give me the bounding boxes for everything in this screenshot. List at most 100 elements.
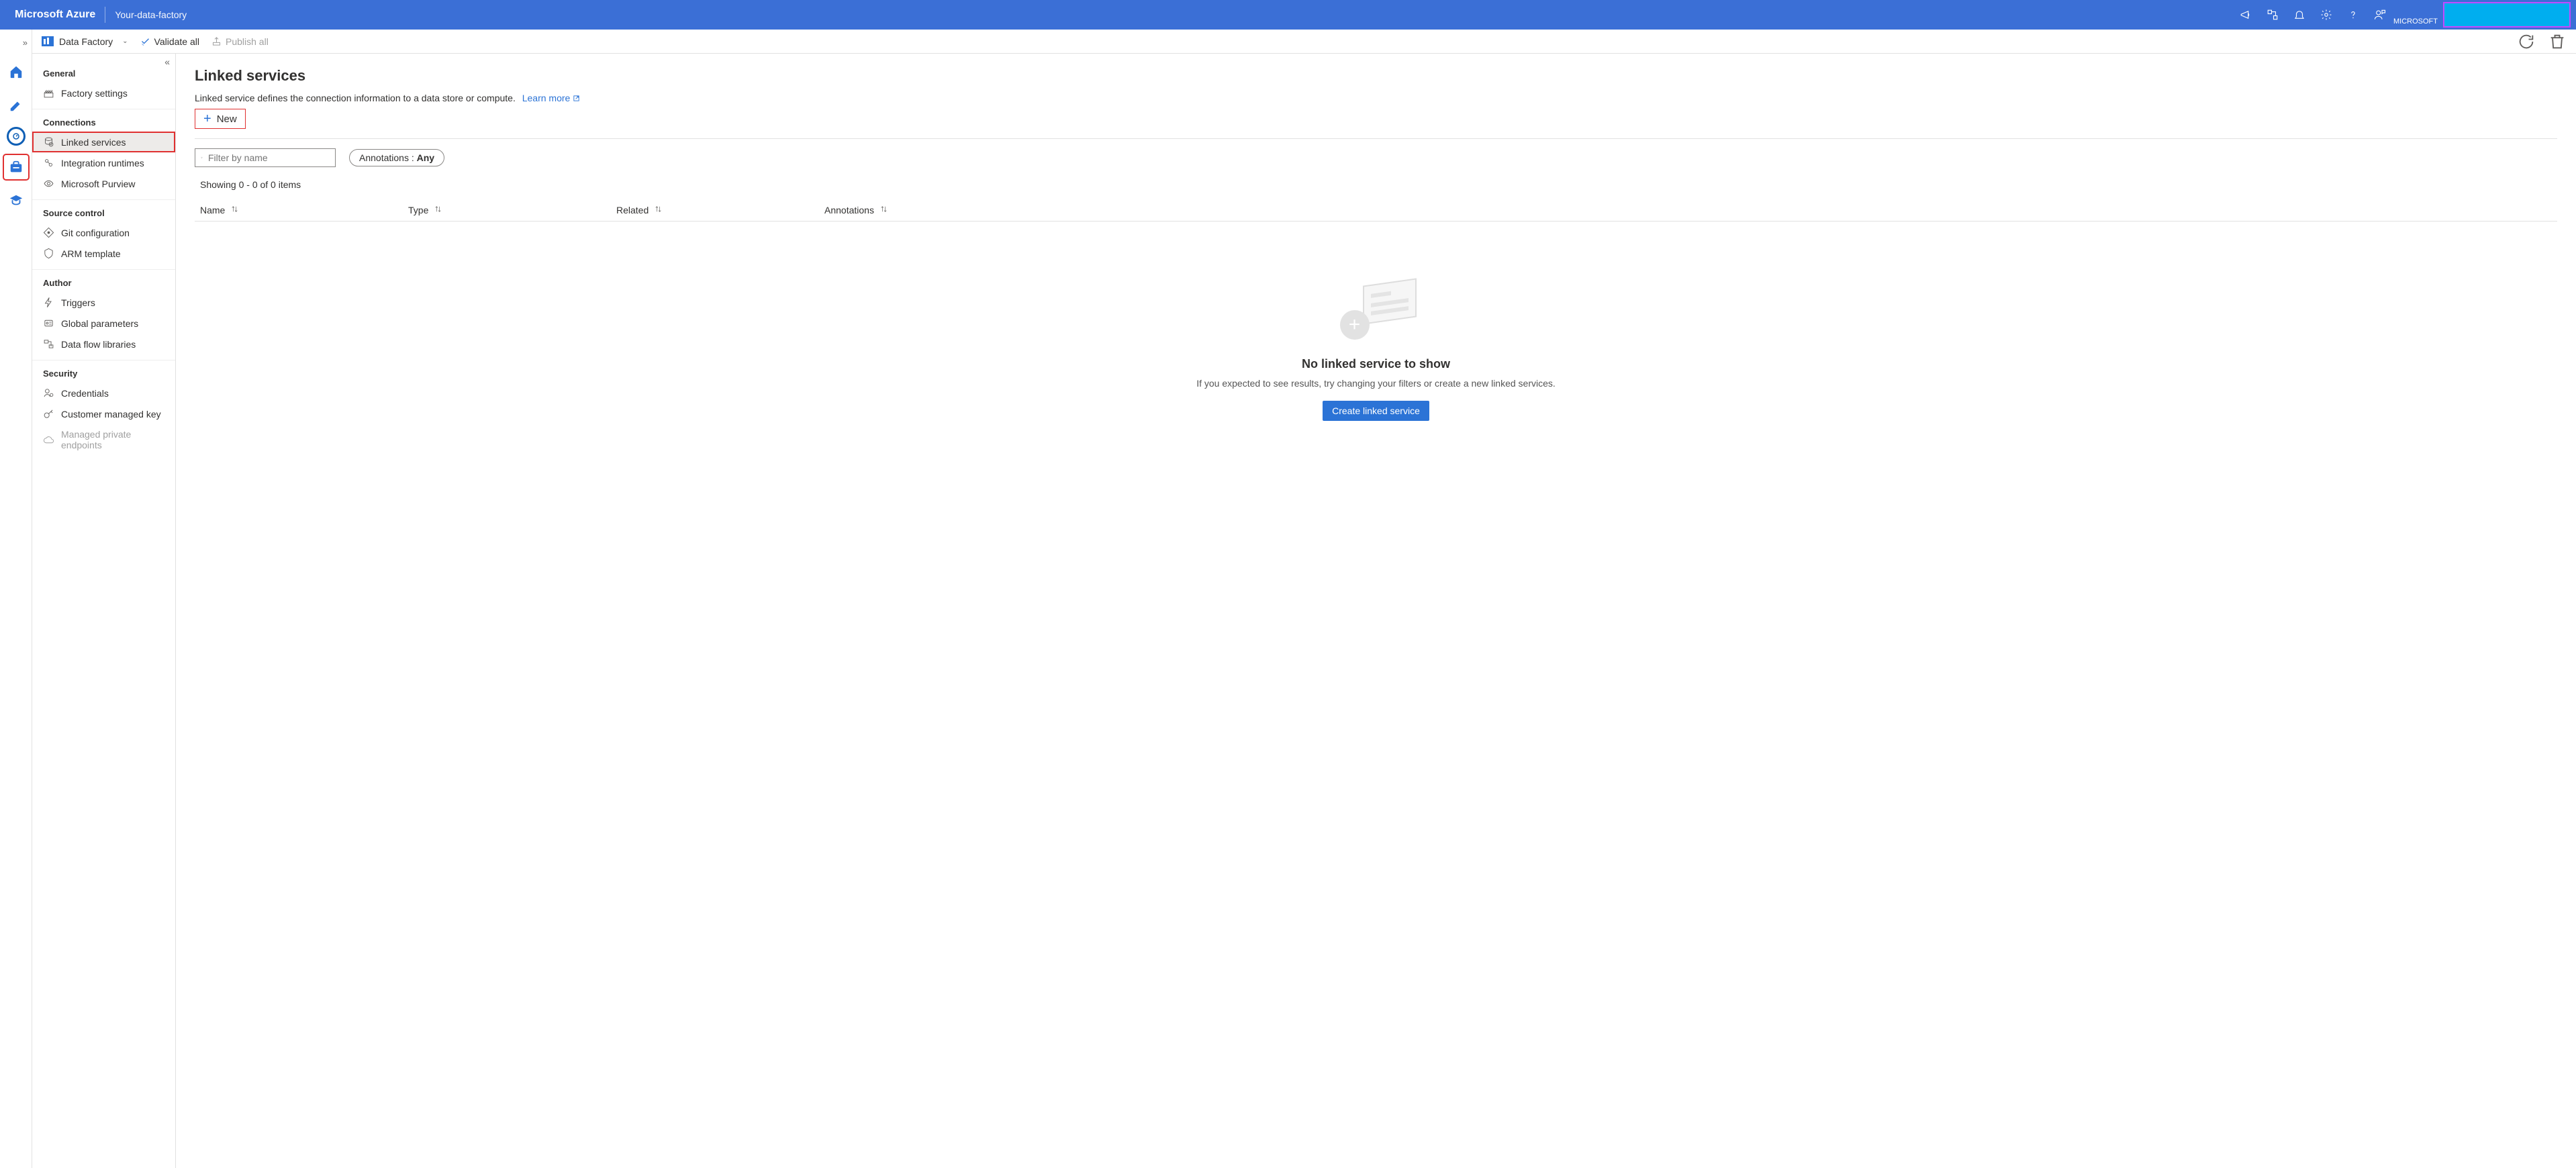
sort-icon (230, 205, 239, 215)
column-annotations[interactable]: Annotations (824, 205, 2552, 215)
page-title: Linked services (195, 67, 2557, 85)
rail-home[interactable] (4, 60, 28, 84)
data-flow-libraries-icon (43, 338, 54, 350)
learn-more-link[interactable]: Learn more (522, 93, 580, 103)
tenant-name: MICROSOFT (2393, 4, 2443, 26)
git-icon (43, 227, 54, 238)
new-button-label: New (217, 113, 237, 125)
nav-item-microsoft-purview[interactable]: Microsoft Purview (32, 173, 175, 194)
column-label: Related (616, 205, 649, 215)
nav-item-label: Data flow libraries (61, 339, 136, 350)
nav-item-label: ARM template (61, 248, 121, 259)
filter-by-name[interactable] (195, 148, 336, 167)
validate-all-button[interactable]: Validate all (140, 36, 199, 47)
key-icon (43, 408, 54, 420)
linked-services-icon (43, 136, 54, 148)
column-type[interactable]: Type (408, 205, 616, 215)
annotations-filter[interactable]: Annotations : Any (349, 149, 444, 166)
nav-group-source-control: Source control (32, 199, 175, 222)
tenant-swatch (2443, 2, 2571, 28)
column-label: Annotations (824, 205, 874, 215)
resource-picker[interactable]: Data Factory ⌄ (42, 36, 128, 47)
nav-item-credentials[interactable]: Credentials (32, 383, 175, 403)
nav-group-author: Author (32, 269, 175, 292)
sort-icon (879, 205, 888, 215)
nav-item-label: Linked services (61, 137, 126, 148)
nav-item-global-parameters[interactable]: Global parameters (32, 313, 175, 334)
nav-item-factory-settings[interactable]: Factory settings (32, 83, 175, 103)
new-button[interactable]: + New (195, 109, 246, 129)
learn-more-label: Learn more (522, 93, 571, 103)
nav-item-label: Microsoft Purview (61, 179, 135, 189)
data-factory-icon (42, 36, 54, 46)
publish-all-label: Publish all (226, 36, 269, 47)
arm-template-icon (43, 248, 54, 259)
left-rail: » (0, 30, 32, 1168)
empty-heading: No linked service to show (195, 357, 2557, 371)
nav-item-customer-managed-key[interactable]: Customer managed key (32, 403, 175, 424)
topbar: Microsoft Azure Your-data-factory MICROS… (0, 0, 2576, 30)
trigger-icon (43, 297, 54, 308)
top-toolbar: Data Factory ⌄ Validate all Publish all (32, 30, 2576, 54)
rail-learn[interactable] (4, 189, 28, 213)
cloud-endpoint-icon (43, 434, 54, 446)
integration-runtimes-icon (43, 157, 54, 168)
column-name[interactable]: Name (200, 205, 408, 215)
resource-name[interactable]: Your-data-factory (105, 9, 196, 20)
nav-item-git-configuration[interactable]: Git configuration (32, 222, 175, 243)
nav-item-label: Factory settings (61, 88, 128, 99)
sort-icon (434, 205, 442, 215)
bell-icon[interactable] (2286, 1, 2313, 28)
discard-button[interactable] (2548, 32, 2567, 51)
separator (195, 138, 2557, 139)
nav-item-label: Managed private endpoints (61, 429, 164, 450)
nav-item-label: Triggers (61, 297, 95, 308)
refresh-button[interactable] (2517, 32, 2536, 51)
create-linked-service-button[interactable]: Create linked service (1323, 401, 1429, 421)
publish-all-button: Publish all (211, 36, 269, 47)
column-related[interactable]: Related (616, 205, 824, 215)
announcement-icon[interactable] (2232, 1, 2259, 28)
filter-input[interactable] (208, 152, 330, 163)
gear-icon[interactable] (2313, 1, 2340, 28)
table-header: Name Type Related Annotations (195, 199, 2557, 222)
sort-icon (654, 205, 663, 215)
rail-author[interactable] (4, 93, 28, 117)
nav-item-linked-services[interactable]: Linked services (32, 132, 175, 152)
column-label: Type (408, 205, 428, 215)
manage-nav: « General Factory settings Connections L… (32, 54, 176, 1168)
account-block[interactable]: MICROSOFT (2393, 2, 2571, 28)
nav-item-triggers[interactable]: Triggers (32, 292, 175, 313)
annotations-filter-value: Any (417, 152, 434, 163)
collapse-nav-icon[interactable]: « (164, 56, 170, 67)
page-description-text: Linked service defines the connection in… (195, 93, 516, 103)
annotations-filter-label: Annotations : (359, 152, 417, 163)
rail-monitor[interactable] (7, 127, 26, 146)
empty-state: + No linked service to show If you expec… (195, 222, 2557, 448)
nav-item-arm-template[interactable]: ARM template (32, 243, 175, 264)
filter-row: Annotations : Any (195, 148, 2557, 167)
nav-item-managed-private-endpoints: Managed private endpoints (32, 424, 175, 455)
nav-item-data-flow-libraries[interactable]: Data flow libraries (32, 334, 175, 354)
plus-icon: + (203, 112, 211, 126)
nav-item-label: Global parameters (61, 318, 138, 329)
rail-manage[interactable] (4, 155, 28, 179)
main-content: Linked services Linked service defines t… (176, 54, 2576, 1168)
person-feedback-icon[interactable] (2367, 1, 2393, 28)
nav-item-label: Customer managed key (61, 409, 161, 420)
brand-title[interactable]: Microsoft Azure (5, 9, 105, 21)
nav-item-integration-runtimes[interactable]: Integration runtimes (32, 152, 175, 173)
expand-rail-icon[interactable]: » (19, 35, 32, 50)
nav-item-label: Git configuration (61, 228, 130, 238)
empty-illustration: + (1336, 282, 1417, 342)
credentials-icon (43, 387, 54, 399)
nav-item-label: Integration runtimes (61, 158, 144, 168)
purview-icon (43, 178, 54, 189)
flow-icon[interactable] (2259, 1, 2286, 28)
resource-picker-label: Data Factory (59, 36, 113, 47)
nav-item-label: Credentials (61, 388, 109, 399)
factory-icon (43, 87, 54, 99)
help-icon[interactable] (2340, 1, 2367, 28)
funnel-icon (201, 153, 203, 162)
global-parameters-icon (43, 318, 54, 329)
